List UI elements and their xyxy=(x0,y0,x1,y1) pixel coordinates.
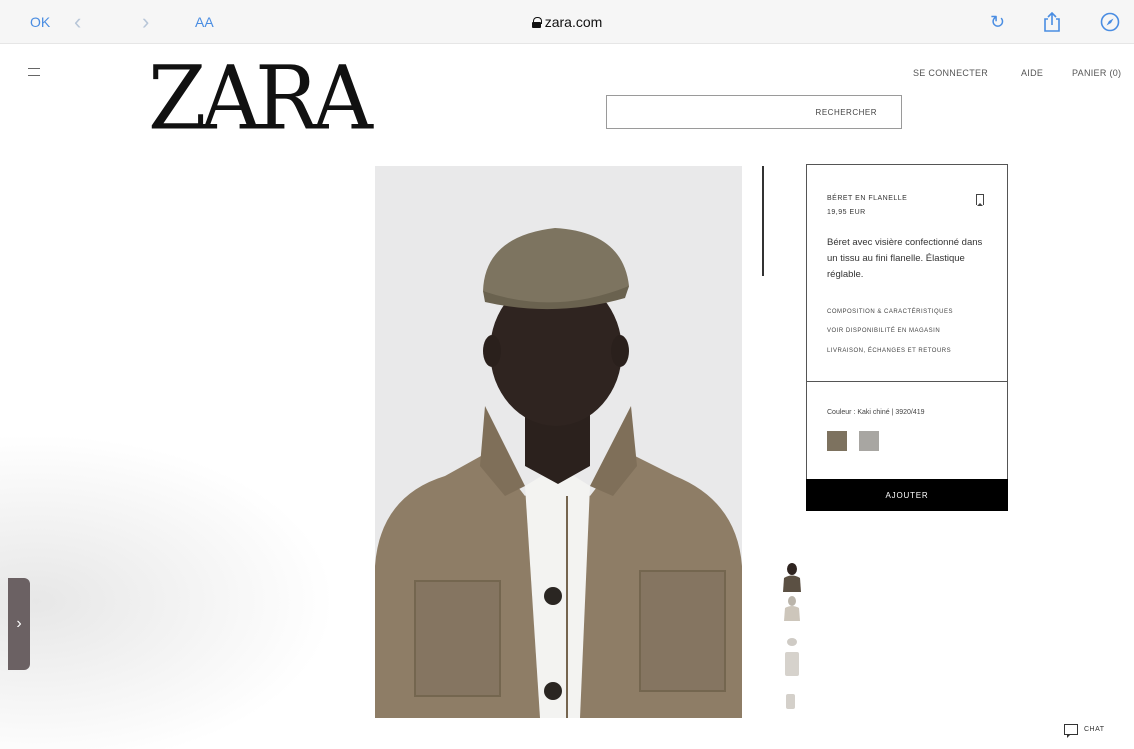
image-scroll-indicator xyxy=(762,166,764,276)
help-link[interactable]: AIDE xyxy=(1021,68,1043,78)
chat-label: CHAT xyxy=(1084,726,1105,733)
color-swatch-grey[interactable] xyxy=(859,431,879,451)
thumbnail-2[interactable] xyxy=(782,595,802,621)
thumbnail-1[interactable] xyxy=(782,562,802,592)
color-swatch-khaki[interactable] xyxy=(827,431,847,451)
background-haze xyxy=(0,420,360,749)
compass-icon[interactable] xyxy=(1100,0,1120,44)
zara-logo[interactable]: ZARA xyxy=(148,54,373,142)
add-to-cart-button[interactable]: AJOUTER xyxy=(806,479,1008,511)
composition-link[interactable]: COMPOSITION & CARACTÉRISTIQUES xyxy=(827,309,953,315)
store-availability-link[interactable]: VOIR DISPONIBILITÉ EN MAGASIN xyxy=(827,328,940,334)
color-label: Couleur : Kaki chiné | 3920/419 xyxy=(827,409,925,416)
address-bar[interactable]: zara.com xyxy=(0,0,1134,44)
search-label: RECHERCHER xyxy=(815,107,877,117)
login-link[interactable]: SE CONNECTER xyxy=(913,68,988,78)
thumbnail-4[interactable] xyxy=(782,692,802,710)
product-image[interactable] xyxy=(375,166,742,718)
url-text: zara.com xyxy=(544,14,603,30)
thumbnail-3[interactable] xyxy=(782,636,802,678)
panel-divider xyxy=(807,381,1007,382)
lock-icon xyxy=(531,16,542,28)
chat-icon xyxy=(1064,724,1078,738)
menu-icon[interactable] xyxy=(28,68,40,76)
side-panel-handle[interactable]: › xyxy=(8,578,30,670)
search-input[interactable]: RECHERCHER xyxy=(606,95,902,129)
share-icon[interactable] xyxy=(1043,0,1061,44)
product-name: BÉRET EN FLANELLE xyxy=(827,195,908,202)
product-price: 19,95 EUR xyxy=(827,209,866,216)
reload-icon[interactable]: ↻ xyxy=(990,0,1005,44)
browser-toolbar: OK ‹ › AA zara.com ↻ xyxy=(0,0,1134,44)
chat-button[interactable]: CHAT xyxy=(1064,724,1105,738)
cart-link[interactable]: PANIER (0) xyxy=(1072,68,1121,78)
product-info-panel: BÉRET EN FLANELLE 19,95 EUR Béret avec v… xyxy=(806,164,1008,511)
bookmark-icon[interactable] xyxy=(976,194,984,206)
shipping-returns-link[interactable]: LIVRAISON, ÉCHANGES ET RETOURS xyxy=(827,348,951,354)
product-description: Béret avec visière confectionné dans un … xyxy=(827,237,983,280)
